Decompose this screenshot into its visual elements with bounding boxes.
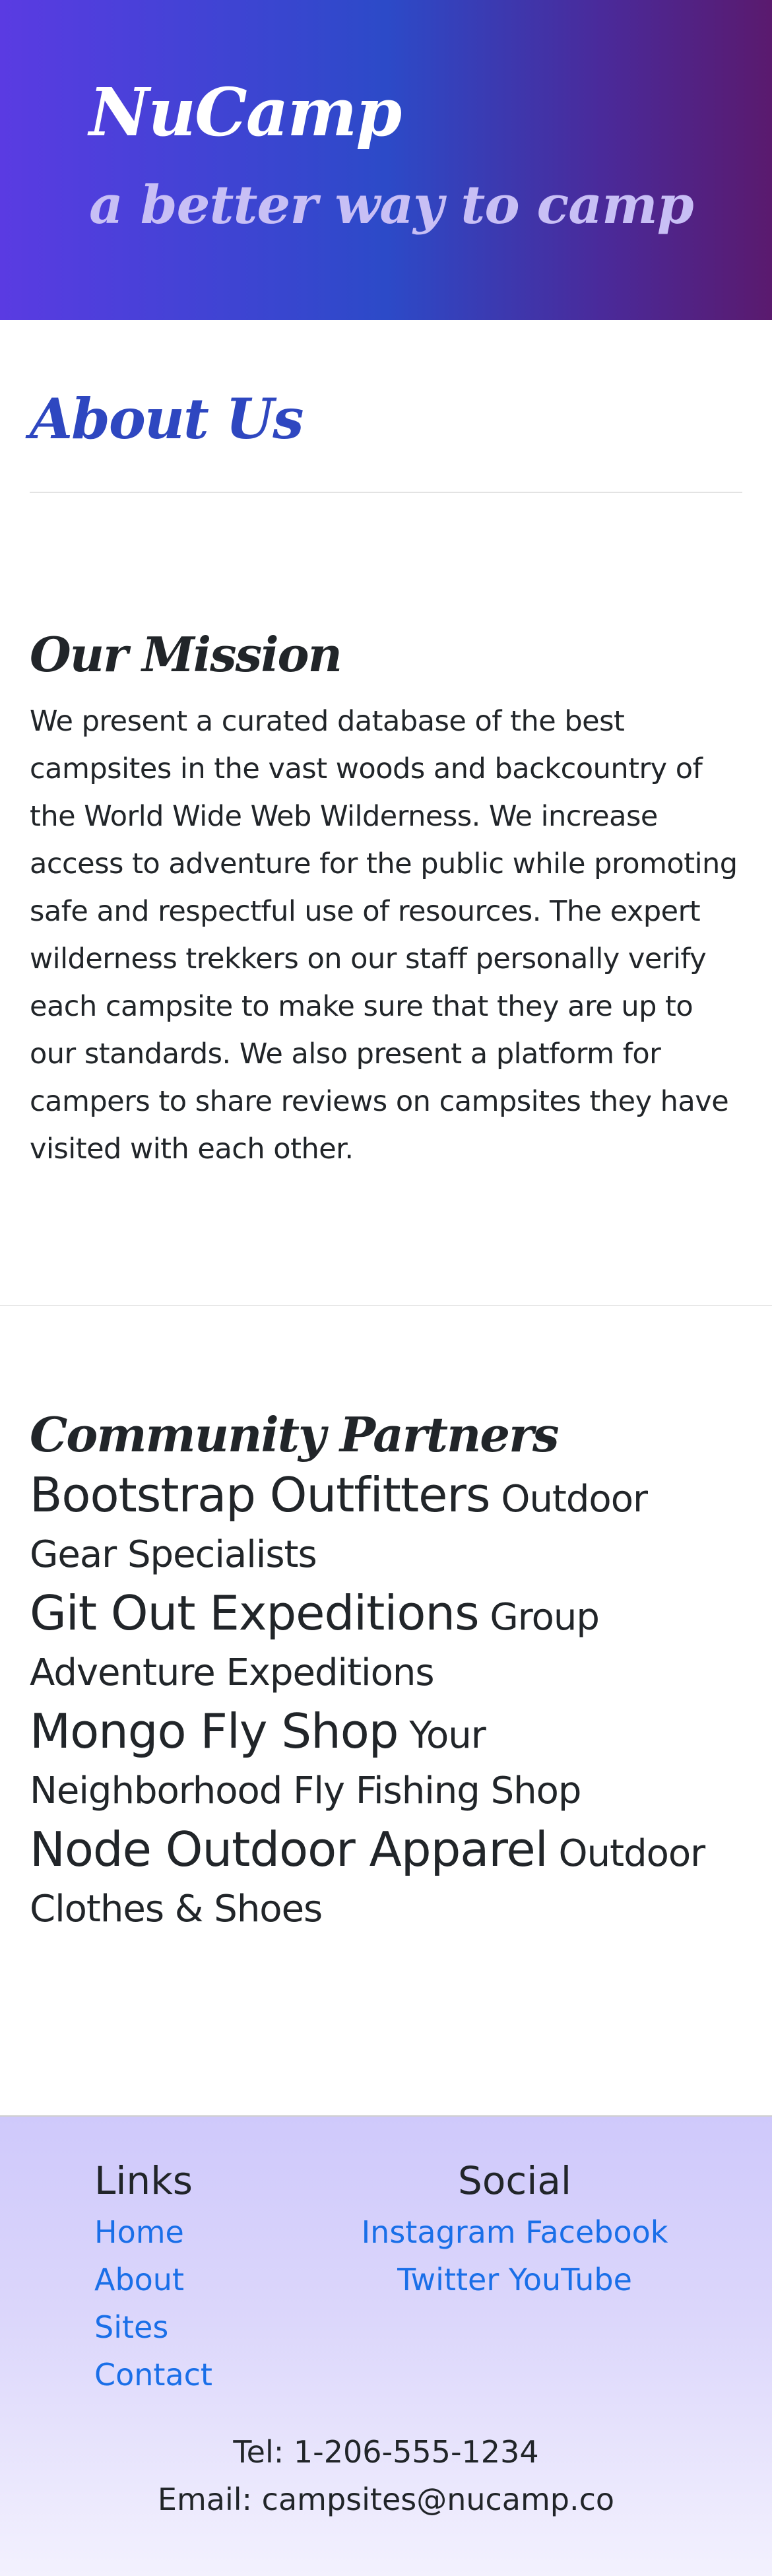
social-links-row: Instagram Facebook [271, 2208, 759, 2256]
contact-email-line: Email: campsites@nucamp.co [0, 2476, 772, 2523]
mission-text: We present a curated database of the bes… [30, 705, 738, 1166]
partner-item: Node Outdoor Apparel Outdoor Clothes & S… [30, 1822, 742, 1937]
contact-email: campsites@nucamp.co [261, 2482, 615, 2517]
footer-link-home[interactable]: Home [94, 2208, 271, 2256]
partner-item: Mongo Fly Shop Your Neighborhood Fly Fis… [30, 1703, 742, 1819]
footer-social-column: Social Instagram Facebook Twitter YouTub… [271, 2153, 759, 2398]
partners-section: Community Partners Bootstrap Outfitters … [0, 1306, 772, 2108]
contact-info: Tel: 1-206-555-1234 Email: campsites@nuc… [0, 2428, 772, 2523]
about-section: About Us [0, 320, 772, 493]
contact-email-label: Email: [157, 2482, 262, 2517]
page-title: About Us [30, 386, 304, 451]
social-link-facebook[interactable]: Facebook [525, 2214, 668, 2250]
site-footer: Links Home About Sites Contact Social In… [0, 2115, 772, 2576]
social-link-twitter[interactable]: Twitter [397, 2262, 499, 2297]
footer-links-column: Links Home About Sites Contact [0, 2153, 271, 2398]
social-links-row: Twitter YouTube [271, 2256, 759, 2303]
links-heading: Links [94, 2158, 193, 2203]
partner-item: Bootstrap Outfitters Outdoor Gear Specia… [30, 1467, 742, 1583]
social-link-instagram[interactable]: Instagram [362, 2214, 516, 2250]
partner-item: Git Out Expeditions Group Adventure Expe… [30, 1585, 742, 1701]
partners-title: Community Partners [30, 1406, 560, 1463]
partner-name: Git Out Expeditions [30, 1585, 480, 1641]
mission-title: Our Mission [30, 626, 342, 682]
partner-name: Node Outdoor Apparel [30, 1822, 548, 1877]
footer-columns: Links Home About Sites Contact Social In… [0, 2117, 772, 2398]
partner-name: Bootstrap Outfitters [30, 1467, 491, 1523]
social-link-youtube[interactable]: YouTube [509, 2262, 632, 2297]
footer-link-contact[interactable]: Contact [94, 2351, 271, 2398]
contact-phone: Tel: 1-206-555-1234 [233, 2434, 539, 2470]
footer-link-sites[interactable]: Sites [94, 2303, 271, 2351]
mission-section: Our Mission We present a curated databas… [0, 493, 772, 1173]
brand-tagline: a better way to camp [89, 174, 694, 236]
brand-title: NuCamp [89, 73, 402, 151]
header-jumbotron: NuCamp a better way to camp [0, 0, 772, 320]
social-heading: Social [458, 2158, 571, 2203]
footer-link-about[interactable]: About [94, 2256, 271, 2303]
partner-name: Mongo Fly Shop [30, 1703, 399, 1759]
